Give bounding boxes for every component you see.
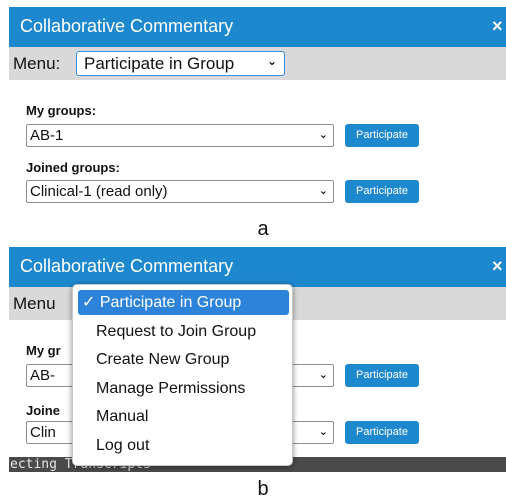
joined-groups-value: Clin	[30, 424, 56, 441]
joined-groups-value: Clinical-1 (read only)	[30, 183, 168, 200]
menu-select-value: Participate in Group	[84, 54, 235, 73]
menu-option-manage-permissions[interactable]: Manage Permissions	[78, 376, 289, 401]
caption-a: a	[257, 218, 269, 240]
menu-option-request-join[interactable]: Request to Join Group	[78, 319, 289, 344]
joined-groups-select[interactable]: Clinical-1 (read only) ⌄	[26, 180, 334, 203]
menu-label: Menu	[13, 294, 56, 313]
close-icon[interactable]: ×	[492, 256, 506, 277]
content-area: My groups: AB-1 ⌄ Participate Joined gro…	[9, 80, 506, 219]
panel-b: Collaborative Commentary × Menu My gr AB…	[9, 247, 506, 472]
my-groups-value: AB-	[30, 367, 56, 384]
chevron-down-icon: ⌄	[266, 54, 277, 68]
my-groups-label: My groups:	[26, 103, 97, 118]
title-bar: Collaborative Commentary ×	[9, 7, 506, 47]
menu-label: Menu:	[13, 54, 61, 73]
my-groups-select[interactable]: AB-1 ⌄	[26, 124, 334, 147]
participate-button[interactable]: Participate	[345, 421, 419, 444]
menu-dropdown: ✓ Participate in Group Request to Join G…	[72, 284, 293, 466]
chevron-down-icon: ⌄	[318, 129, 328, 141]
panel-a: Collaborative Commentary × Menu: Partici…	[9, 7, 506, 219]
menu-select[interactable]: Participate in Group ⌄	[76, 51, 285, 76]
chevron-down-icon: ⌄	[318, 185, 328, 197]
window-title: Collaborative Commentary	[20, 16, 234, 36]
participate-button[interactable]: Participate	[345, 364, 419, 387]
joined-groups-label: Joined groups:	[26, 160, 120, 175]
title-bar: Collaborative Commentary ×	[9, 247, 506, 287]
joined-groups-label: Joine	[26, 403, 60, 418]
close-icon[interactable]: ×	[492, 16, 506, 37]
window-title: Collaborative Commentary	[20, 256, 234, 276]
menu-bar: Menu: Participate in Group ⌄	[9, 47, 506, 80]
menu-option-participate[interactable]: ✓ Participate in Group	[78, 290, 289, 315]
my-groups-value: AB-1	[30, 127, 64, 144]
menu-option-create-group[interactable]: Create New Group	[78, 347, 289, 372]
caption-b: b	[257, 478, 269, 500]
participate-button[interactable]: Participate	[345, 180, 419, 203]
chevron-down-icon: ⌄	[318, 369, 328, 381]
menu-option-log-out[interactable]: Log out	[78, 433, 289, 458]
menu-option-manual[interactable]: Manual	[78, 404, 289, 429]
participate-button[interactable]: Participate	[345, 124, 419, 147]
my-groups-label: My gr	[26, 343, 61, 358]
chevron-down-icon: ⌄	[318, 426, 328, 438]
